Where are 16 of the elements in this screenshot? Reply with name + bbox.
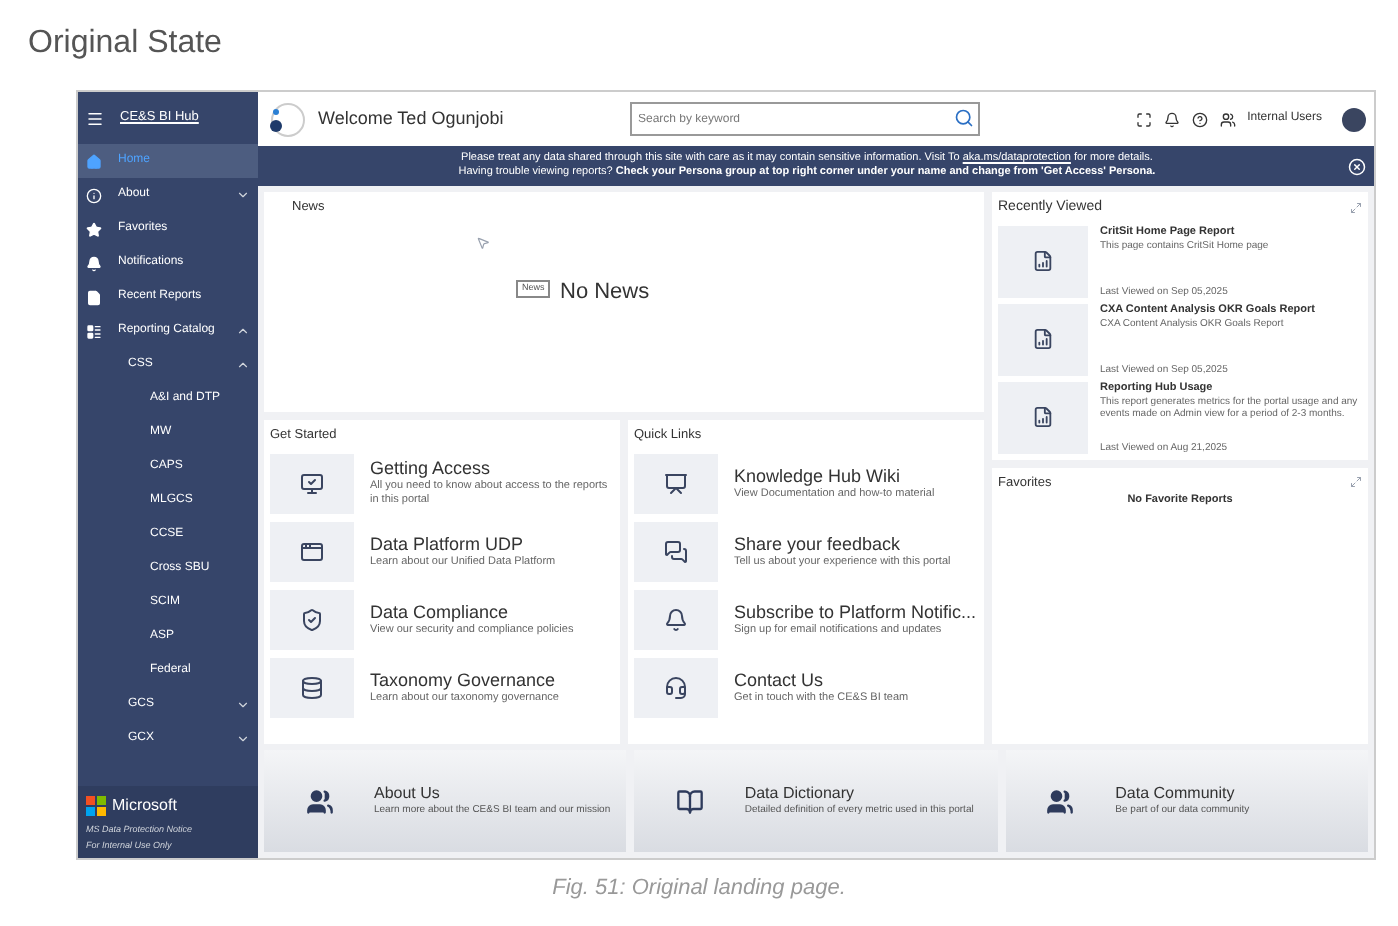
- card-title: Data Dictionary: [744, 784, 857, 804]
- card-title[interactable]: Subscribe to Platform Notific...: [734, 601, 977, 624]
- card-title[interactable]: Getting Access: [370, 458, 614, 481]
- empty-message: No News: [560, 278, 650, 308]
- card-title[interactable]: Data Platform UDP: [370, 533, 556, 556]
- section-heading: Original State: [28, 24, 222, 64]
- card-title: Data Community: [1115, 784, 1237, 804]
- card-title[interactable]: Contact Us: [734, 669, 909, 692]
- microsoft-label: Microsoft: [112, 794, 177, 818]
- welcome-title: Welcome Ted Ogunjobi: [318, 105, 506, 132]
- card-title[interactable]: Data Compliance: [370, 601, 574, 624]
- card-title: About Us: [374, 784, 442, 804]
- figure-caption: Fig. 51: Original landing page.: [550, 874, 848, 904]
- card-title[interactable]: Taxonomy Governance: [370, 669, 559, 692]
- card-title[interactable]: Share your feedback: [734, 533, 951, 556]
- card-title[interactable]: Knowledge Hub Wiki: [734, 465, 935, 488]
